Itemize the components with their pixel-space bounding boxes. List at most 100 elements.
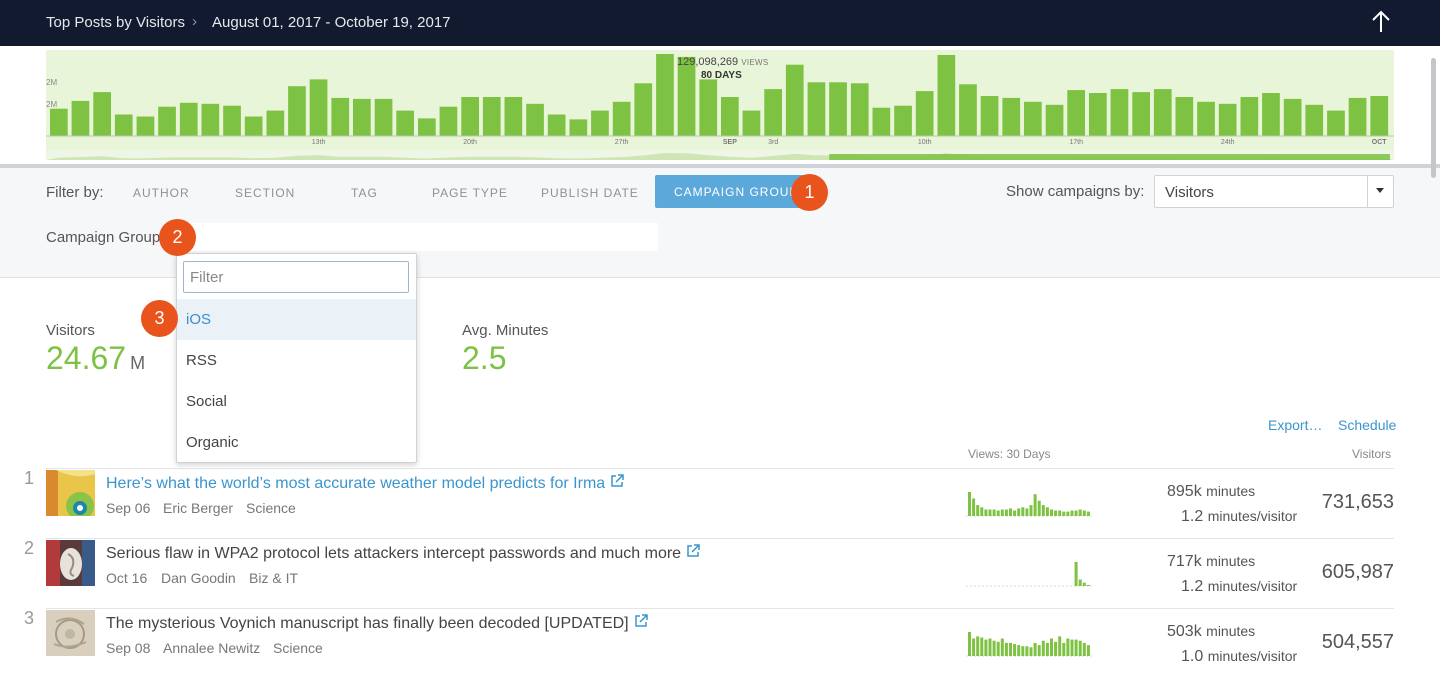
chart-bar[interactable] [114, 114, 133, 137]
post-thumbnail[interactable] [46, 610, 95, 656]
chart-bar[interactable] [980, 96, 999, 136]
chart-bar[interactable] [201, 103, 220, 136]
post-thumbnail[interactable] [46, 470, 95, 516]
chart-bar[interactable] [244, 116, 263, 137]
chart-bar[interactable] [374, 98, 393, 136]
chart-bar[interactable] [418, 118, 436, 136]
chart-bar[interactable] [1002, 97, 1021, 136]
chart-bar[interactable] [1240, 97, 1259, 136]
sparkline-bar [1045, 642, 1049, 656]
post-author[interactable]: Annalee Newitz [163, 640, 260, 656]
chart-bar[interactable] [915, 91, 934, 136]
date-range[interactable]: August 01, 2017 - October 19, 2017 [212, 14, 451, 31]
post-thumbnail[interactable] [46, 540, 95, 586]
chart-bar[interactable] [179, 102, 198, 136]
chart-bar[interactable] [547, 114, 566, 137]
chart-bar[interactable] [634, 83, 653, 136]
chart-bar[interactable] [288, 86, 306, 136]
chart-bar[interactable] [439, 106, 458, 136]
chart-bar[interactable] [309, 79, 328, 136]
post-title-link[interactable]: Here’s what the world’s most accurate we… [106, 474, 624, 493]
chart-bar[interactable] [872, 107, 891, 136]
chart-bar[interactable] [1327, 110, 1345, 136]
chart-bar[interactable] [612, 101, 631, 136]
post-title-link[interactable]: Serious flaw in WPA2 protocol lets attac… [106, 544, 700, 563]
schedule-link[interactable]: Schedule [1338, 417, 1396, 433]
export-link[interactable]: Export… [1268, 417, 1322, 433]
tab-section[interactable]: SECTION [235, 186, 295, 200]
chart-bar[interactable] [50, 108, 68, 136]
chart-bar[interactable] [266, 110, 285, 136]
dropdown-option-social[interactable]: Social [177, 381, 416, 422]
page-title[interactable]: Top Posts by Visitors [46, 14, 185, 31]
chart-bar[interactable] [1024, 101, 1042, 136]
chart-bar[interactable] [1089, 93, 1107, 136]
chart-bar[interactable] [1370, 96, 1389, 136]
chart-bar[interactable] [1153, 89, 1172, 136]
tab-page-type[interactable]: PAGE TYPE [432, 186, 508, 200]
chart-bar[interactable] [1348, 97, 1367, 136]
chart-bar[interactable] [569, 119, 588, 136]
chart-bar[interactable] [785, 64, 804, 136]
chart-bar[interactable] [699, 79, 718, 136]
chart-bar[interactable] [894, 105, 912, 136]
chart-bar[interactable] [504, 97, 523, 136]
external-link-icon[interactable] [634, 614, 648, 627]
chart-bar[interactable] [721, 97, 739, 136]
chart-bar[interactable] [1067, 90, 1085, 136]
chart-bar[interactable] [461, 97, 479, 136]
chart-bar[interactable] [742, 110, 761, 136]
chart-bar[interactable] [1262, 93, 1280, 136]
chart-bar[interactable] [807, 82, 826, 136]
chart-bar[interactable] [1132, 92, 1150, 136]
chart-bar[interactable] [1110, 89, 1129, 136]
select-caret-box[interactable] [1367, 176, 1393, 207]
dropdown-option-ios[interactable]: iOS [177, 299, 416, 340]
chart-bar[interactable] [353, 98, 371, 136]
tab-publish-date[interactable]: PUBLISH DATE [541, 186, 639, 200]
chart-bar[interactable] [1197, 101, 1215, 136]
dropdown-filter-input[interactable] [183, 261, 409, 293]
post-section[interactable]: Science [246, 500, 296, 516]
chart-bar[interactable] [136, 116, 155, 137]
scrollbar[interactable] [1431, 58, 1436, 178]
overview-selection[interactable] [829, 154, 1390, 160]
tab-author[interactable]: AUTHOR [133, 186, 190, 200]
chart-bar[interactable] [93, 92, 111, 136]
campaign-group-input[interactable] [176, 223, 658, 251]
chart-bar[interactable] [850, 83, 869, 136]
chart-bar[interactable] [677, 56, 696, 136]
post-title-link[interactable]: The mysterious Voynich manuscript has fi… [106, 614, 648, 633]
post-section[interactable]: Science [273, 640, 323, 656]
tab-tag[interactable]: TAG [351, 186, 378, 200]
chart-bar[interactable] [591, 110, 609, 136]
external-link-icon[interactable] [611, 474, 624, 487]
external-link-icon[interactable] [687, 544, 700, 557]
dropdown-option-rss[interactable]: RSS [177, 340, 416, 381]
chart-bar[interactable] [764, 89, 782, 136]
chart-bar[interactable] [223, 105, 241, 136]
chart-bar[interactable] [331, 97, 350, 136]
chart-bar[interactable] [1175, 97, 1194, 136]
chart-bar[interactable] [656, 54, 674, 136]
post-section[interactable]: Biz & IT [249, 570, 298, 586]
chart-bar[interactable] [937, 55, 956, 136]
dropdown-option-organic[interactable]: Organic [177, 422, 416, 463]
chart-bar[interactable] [1218, 103, 1237, 136]
chart-bar[interactable] [526, 103, 544, 136]
scroll-to-top-icon[interactable] [1368, 8, 1394, 36]
chart-bar[interactable] [959, 84, 977, 136]
show-campaigns-select[interactable]: Visitors [1154, 175, 1394, 208]
chart-bar[interactable] [482, 97, 501, 136]
post-author[interactable]: Eric Berger [163, 500, 233, 516]
sparkline-bar [1033, 494, 1037, 516]
chart-bar[interactable] [829, 82, 847, 136]
post-author[interactable]: Dan Goodin [161, 570, 236, 586]
sparkline-bar [1082, 510, 1086, 516]
chart-bar[interactable] [158, 106, 176, 136]
chart-bar[interactable] [1045, 104, 1064, 136]
chart-bar[interactable] [1305, 104, 1324, 136]
chart-bar[interactable] [396, 110, 414, 136]
chart-bar[interactable] [71, 100, 90, 136]
chart-bar[interactable] [1283, 98, 1302, 136]
